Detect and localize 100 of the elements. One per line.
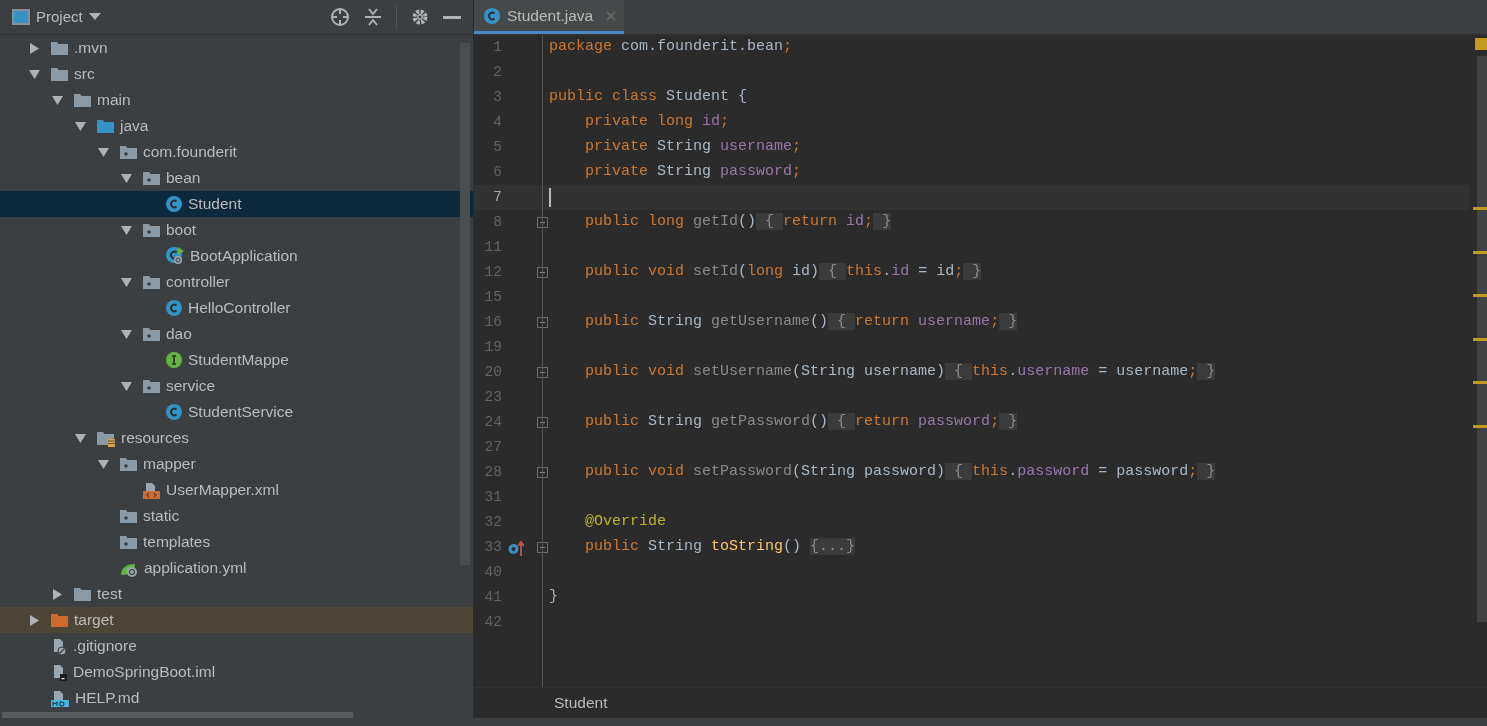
line-number: 15 bbox=[483, 287, 502, 307]
class-icon bbox=[166, 196, 182, 212]
tree-item[interactable]: java bbox=[120, 114, 149, 138]
ignore-file-icon bbox=[51, 637, 67, 655]
tree-item[interactable]: .gitignore bbox=[73, 634, 137, 658]
code-line: public void setPassword(String password) { this.password = password; } bbox=[585, 462, 1216, 483]
editor-tab[interactable]: Student.java bbox=[474, 0, 625, 34]
tree-item[interactable]: BootApplication bbox=[190, 244, 298, 268]
line-number: 40 bbox=[483, 562, 502, 582]
line-number: 2 bbox=[492, 62, 502, 82]
line-number: 28 bbox=[483, 462, 502, 482]
expanded-arrow-icon[interactable] bbox=[121, 224, 132, 236]
line-number: 32 bbox=[483, 512, 502, 532]
class-icon bbox=[166, 404, 182, 420]
expanded-arrow-icon[interactable] bbox=[98, 458, 109, 470]
package-icon bbox=[143, 170, 160, 186]
package-icon bbox=[143, 274, 160, 290]
tree-item[interactable]: StudentService bbox=[188, 400, 294, 424]
line-number: 5 bbox=[492, 137, 502, 157]
package-icon bbox=[120, 508, 137, 524]
minimize-icon[interactable] bbox=[443, 15, 461, 19]
expanded-arrow-icon[interactable] bbox=[52, 94, 63, 106]
code-line: public long getId() { return id; } bbox=[585, 212, 892, 233]
collapse-all-icon[interactable] bbox=[364, 8, 382, 26]
fold-toggle-icon[interactable] bbox=[536, 542, 548, 553]
line-number: 3 bbox=[492, 87, 502, 107]
folder-icon bbox=[51, 66, 68, 82]
code-line: public void setUsername(String username) { this.username = username; } bbox=[585, 362, 1216, 383]
tree-item[interactable]: application.yml bbox=[144, 556, 247, 580]
code-line: @Override bbox=[585, 512, 666, 533]
dropdown-caret-icon[interactable] bbox=[88, 13, 101, 21]
module-file-icon bbox=[51, 663, 67, 681]
locate-icon[interactable] bbox=[330, 7, 350, 27]
code-line: private long id; bbox=[585, 112, 730, 133]
fold-toggle-icon[interactable] bbox=[536, 467, 548, 478]
class-icon bbox=[166, 300, 182, 316]
tree-item[interactable]: service bbox=[166, 374, 216, 398]
tree-item[interactable]: main bbox=[97, 88, 131, 112]
code-line: public String getUsername() { return username; } bbox=[585, 312, 1018, 333]
line-number: 6 bbox=[492, 162, 502, 182]
collapsed-arrow-icon[interactable] bbox=[52, 588, 63, 600]
expanded-arrow-icon[interactable] bbox=[121, 380, 132, 392]
scrollbar[interactable] bbox=[2, 712, 353, 718]
tree-item[interactable]: bean bbox=[166, 166, 201, 190]
expanded-arrow-icon[interactable] bbox=[98, 146, 109, 158]
package-icon bbox=[143, 326, 160, 342]
code-line: public String getPassword() { return password; } bbox=[585, 412, 1018, 433]
line-number: 41 bbox=[483, 587, 502, 607]
folder-icon bbox=[74, 92, 91, 108]
fold-toggle-icon[interactable] bbox=[536, 367, 548, 378]
tree-item[interactable]: mapper bbox=[143, 452, 196, 476]
line-number: 24 bbox=[483, 412, 502, 432]
tree-item[interactable]: static bbox=[143, 504, 180, 528]
folder-icon bbox=[74, 586, 91, 602]
scrollbar[interactable] bbox=[460, 43, 470, 565]
code-line: public String toString() {...} bbox=[585, 537, 856, 558]
tree-item[interactable]: target bbox=[74, 608, 114, 632]
code-line: package com.founderit.bean; bbox=[549, 37, 793, 58]
collapsed-arrow-icon[interactable] bbox=[29, 42, 40, 54]
expanded-arrow-icon[interactable] bbox=[75, 120, 86, 132]
tree-item[interactable]: StudentMappe bbox=[188, 348, 289, 372]
tree-item[interactable]: test bbox=[97, 582, 122, 606]
tree-item[interactable]: HelloController bbox=[188, 296, 291, 320]
tree-item[interactable]: resources bbox=[121, 426, 190, 450]
tree-item[interactable]: UserMapper.xml bbox=[166, 478, 279, 502]
expanded-arrow-icon[interactable] bbox=[75, 432, 86, 444]
settings-icon[interactable] bbox=[411, 8, 429, 26]
fold-toggle-icon[interactable] bbox=[536, 217, 548, 228]
package-icon bbox=[120, 456, 137, 472]
code-line: } bbox=[549, 587, 558, 608]
expanded-arrow-icon[interactable] bbox=[121, 172, 132, 184]
package-icon bbox=[120, 534, 137, 550]
fold-toggle-icon[interactable] bbox=[536, 417, 548, 428]
line-number: 4 bbox=[492, 112, 502, 132]
tree-item[interactable]: templates bbox=[143, 530, 211, 554]
text-cursor bbox=[549, 188, 551, 207]
collapsed-arrow-icon[interactable] bbox=[29, 614, 40, 626]
tree-item[interactable]: com.founderit bbox=[143, 140, 237, 164]
tree-item[interactable]: src bbox=[74, 62, 95, 86]
breadcrumb[interactable]: Student bbox=[554, 691, 608, 715]
code-line: public void setId(long id) { this.id = id; } bbox=[585, 262, 982, 283]
overrides-marker-icon[interactable] bbox=[508, 539, 524, 556]
tree-item[interactable]: HELP.md bbox=[75, 686, 140, 710]
tree-item[interactable]: Student bbox=[188, 192, 242, 216]
tree-item[interactable]: controller bbox=[166, 270, 230, 294]
tree-item[interactable]: dao bbox=[166, 322, 192, 346]
expanded-arrow-icon[interactable] bbox=[121, 328, 132, 340]
expanded-arrow-icon[interactable] bbox=[29, 68, 40, 80]
xml-file-icon bbox=[143, 481, 160, 499]
fold-toggle-icon[interactable] bbox=[536, 267, 548, 278]
expanded-arrow-icon[interactable] bbox=[121, 276, 132, 288]
tree-item[interactable]: boot bbox=[166, 218, 197, 242]
panel-title[interactable]: Project bbox=[36, 5, 83, 29]
line-number: 16 bbox=[483, 312, 502, 332]
line-number: 33 bbox=[483, 537, 502, 557]
tree-item[interactable]: .mvn bbox=[74, 36, 108, 60]
line-number: 11 bbox=[483, 237, 502, 257]
fold-toggle-icon[interactable] bbox=[536, 317, 548, 328]
project-window-icon bbox=[12, 9, 30, 25]
tree-item[interactable]: DemoSpringBoot.iml bbox=[73, 660, 216, 684]
